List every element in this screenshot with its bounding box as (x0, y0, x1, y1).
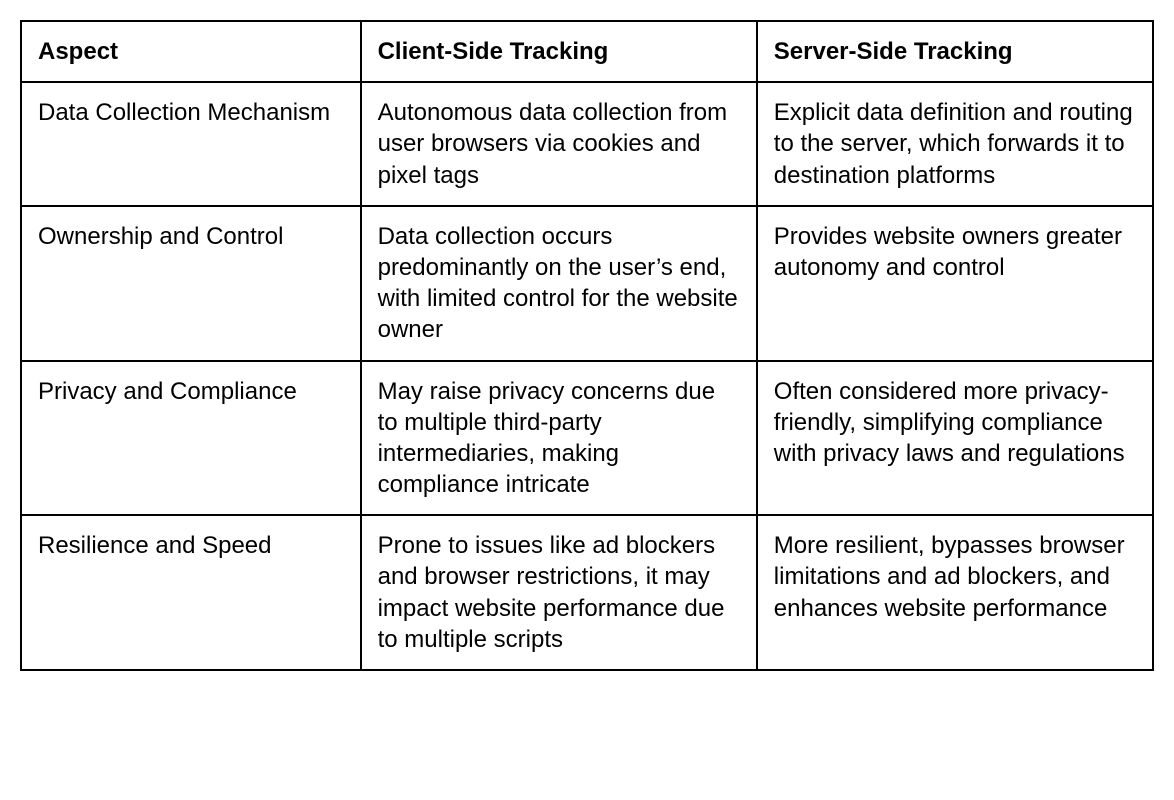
cell-client: Data collection occurs predominantly on … (361, 206, 757, 361)
table-row: Resilience and Speed Prone to issues lik… (21, 515, 1153, 670)
cell-client: Autonomous data collection from user bro… (361, 82, 757, 206)
comparison-table: Aspect Client-Side Tracking Server-Side … (20, 20, 1154, 671)
cell-client: May raise privacy concerns due to multip… (361, 361, 757, 516)
cell-server: Provides website owners greater autonomy… (757, 206, 1153, 361)
cell-server: Explicit data definition and routing to … (757, 82, 1153, 206)
cell-aspect: Ownership and Control (21, 206, 361, 361)
cell-aspect: Data Collection Mechanism (21, 82, 361, 206)
cell-server: More resilient, bypasses browser limitat… (757, 515, 1153, 670)
header-aspect: Aspect (21, 21, 361, 82)
table-row: Ownership and Control Data collection oc… (21, 206, 1153, 361)
table-row: Privacy and Compliance May raise privacy… (21, 361, 1153, 516)
cell-server: Often considered more privacy-friendly, … (757, 361, 1153, 516)
header-server-side: Server-Side Tracking (757, 21, 1153, 82)
table-row: Data Collection Mechanism Autonomous dat… (21, 82, 1153, 206)
table-header-row: Aspect Client-Side Tracking Server-Side … (21, 21, 1153, 82)
cell-aspect: Privacy and Compliance (21, 361, 361, 516)
header-client-side: Client-Side Tracking (361, 21, 757, 82)
cell-aspect: Resilience and Speed (21, 515, 361, 670)
cell-client: Prone to issues like ad blockers and bro… (361, 515, 757, 670)
